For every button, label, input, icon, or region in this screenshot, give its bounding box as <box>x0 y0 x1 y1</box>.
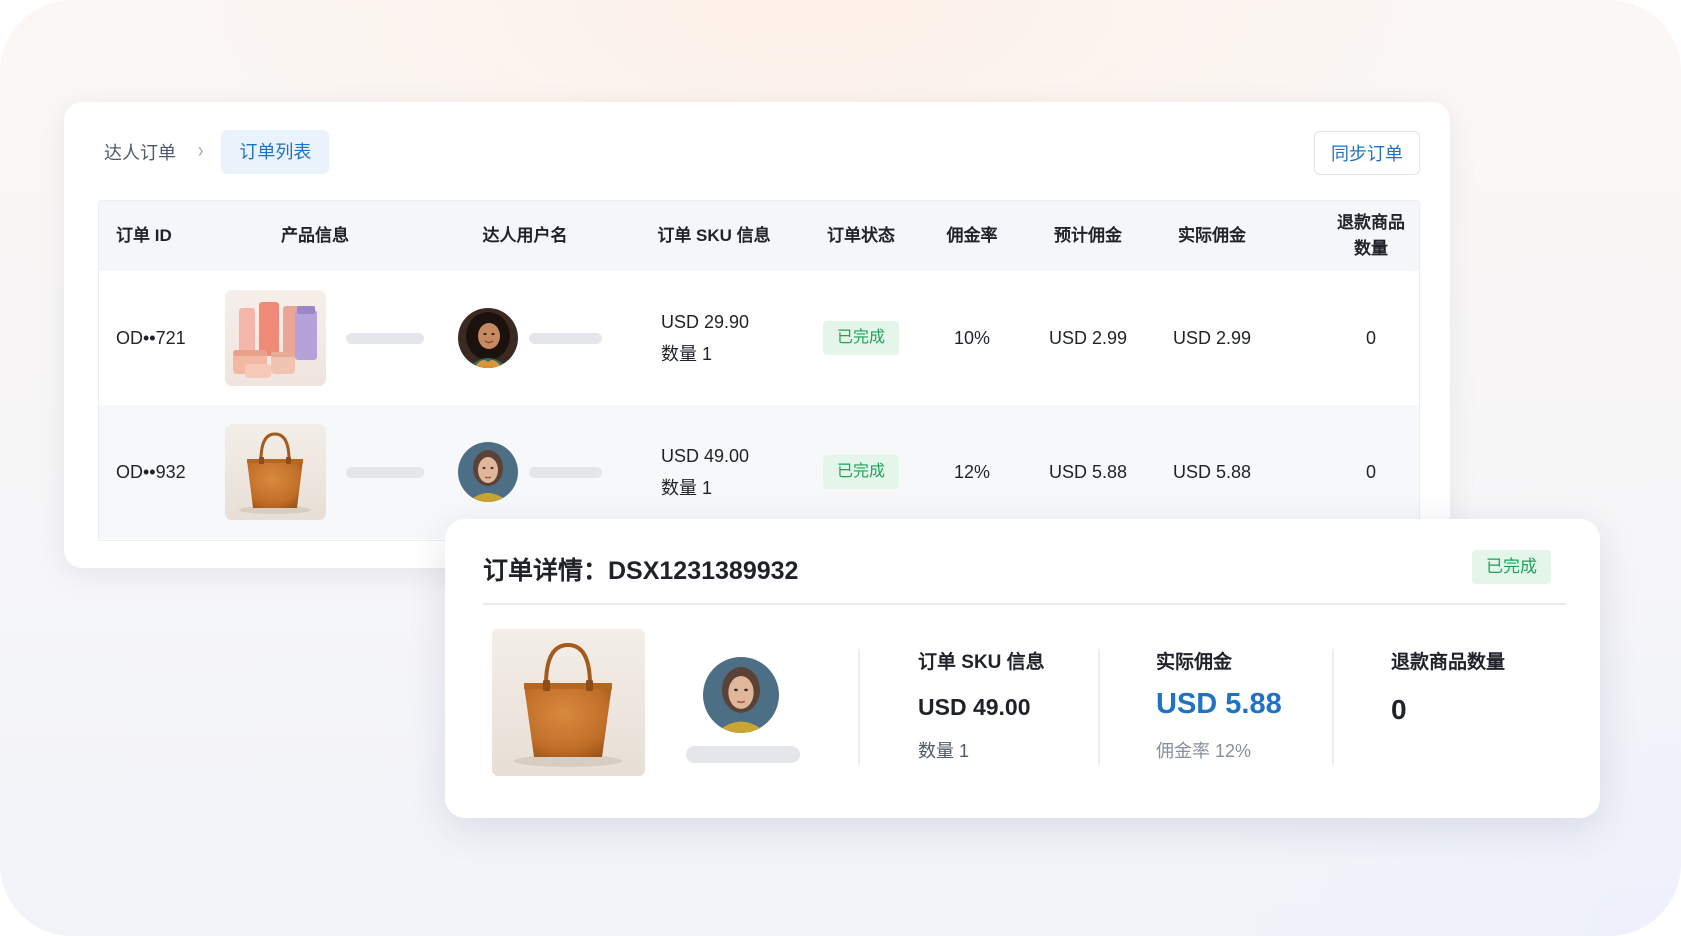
creator-avatar-1 <box>458 308 518 368</box>
status-badge: 已完成 <box>1472 550 1551 584</box>
order-table: 订单 ID 产品信息 达人用户名 订单 SKU 信息 订单状态 佣金率 预计佣金… <box>98 200 1420 541</box>
sku-price: USD 49.00 <box>918 694 1031 720</box>
estimated-commission: USD 2.99 <box>1048 327 1128 348</box>
order-id: OD••932 <box>116 461 186 482</box>
cosmetics-products-image <box>225 290 326 386</box>
status-badge: 已完成 <box>822 455 899 489</box>
column-header-sku-info: 订单 SKU 信息 <box>657 226 771 245</box>
creator-username-placeholder <box>686 746 800 763</box>
sku-info-label: 订单 SKU 信息 <box>918 652 1045 673</box>
column-header-product-info: 产品信息 <box>281 226 349 245</box>
refund-quantity: 0 <box>1365 327 1376 348</box>
refund-quantity-label: 退款商品数量 <box>1391 652 1506 673</box>
creator-avatar-2 <box>458 442 518 502</box>
order-status: 已完成 <box>811 271 911 405</box>
divider <box>483 603 1566 605</box>
order-detail-card: 订单详情：DSX1231389932 已完成 订单 SKU 信息 USD 49.… <box>445 519 1600 818</box>
detail-actual-commission: 实际佣金 USD 5.88 佣金率 12% <box>1156 647 1282 763</box>
column-header-est-commission: 预计佣金 <box>1054 226 1122 245</box>
sku-price: USD 29.90 <box>661 312 750 332</box>
column-header-refund-qty: 退款商品 数量 <box>1337 213 1405 258</box>
column-header-commission-rate: 佣金率 <box>946 226 998 245</box>
breadcrumb-parent-link[interactable]: 达人订单 <box>104 139 176 165</box>
commission-rate: 10% <box>953 327 991 348</box>
product-thumbnail[interactable] <box>225 405 326 539</box>
order-detail-title: 订单详情：DSX1231389932 <box>483 557 799 585</box>
chevron-right-icon: › <box>198 140 204 163</box>
divider <box>1098 649 1100 765</box>
sku-info: USD 29.90 数量 1 <box>661 271 749 405</box>
divider <box>858 649 860 765</box>
product-name-placeholder <box>346 405 424 539</box>
product-name-placeholder <box>346 271 424 405</box>
column-header-order-status: 订单状态 <box>827 226 895 245</box>
divider <box>1332 649 1334 765</box>
column-header-order-id: 订单 ID <box>116 226 172 245</box>
sku-quantity: 数量 1 <box>661 344 713 364</box>
refund-quantity-value: 0 <box>1391 694 1407 725</box>
table-row[interactable]: OD••721 USD 29.90 数量 1 已完成 10% USD 2.99 … <box>99 271 1419 405</box>
creator-username-placeholder <box>529 271 602 405</box>
column-header-creator-username: 达人用户名 <box>482 226 568 245</box>
creator-avatar[interactable] <box>703 657 779 733</box>
sku-quantity: 数量 1 <box>918 741 970 761</box>
actual-commission-label: 实际佣金 <box>1156 652 1233 673</box>
detail-sku-info: 订单 SKU 信息 USD 49.00 数量 1 <box>918 647 1045 763</box>
commission-rate-text: 佣金率 12% <box>1156 741 1252 761</box>
sku-quantity: 数量 1 <box>661 478 713 498</box>
table-header: 订单 ID 产品信息 达人用户名 订单 SKU 信息 订单状态 佣金率 预计佣金… <box>99 201 1419 271</box>
column-header-actual-commission: 实际佣金 <box>1178 226 1246 245</box>
actual-commission-value: USD 5.88 <box>1156 688 1282 720</box>
breadcrumb-current-tab[interactable]: 订单列表 <box>221 130 330 174</box>
tote-bag-image <box>492 629 645 776</box>
status-badge: 已完成 <box>822 321 899 355</box>
tote-bag-image <box>225 424 326 520</box>
detail-refund-quantity: 退款商品数量 0 <box>1391 647 1505 726</box>
order-list-card: 达人订单 › 订单列表 同步订单 订单 ID 产品信息 达人用户名 订单 SKU… <box>64 102 1450 568</box>
sku-price: USD 49.00 <box>661 446 750 466</box>
sync-orders-button[interactable]: 同步订单 <box>1314 131 1420 175</box>
actual-commission: USD 2.99 <box>1172 327 1252 348</box>
creator-avatar[interactable] <box>458 271 518 405</box>
order-id: OD••721 <box>116 327 186 348</box>
breadcrumb: 达人订单 › 订单列表 <box>104 130 330 174</box>
product-thumbnail[interactable] <box>225 271 326 405</box>
